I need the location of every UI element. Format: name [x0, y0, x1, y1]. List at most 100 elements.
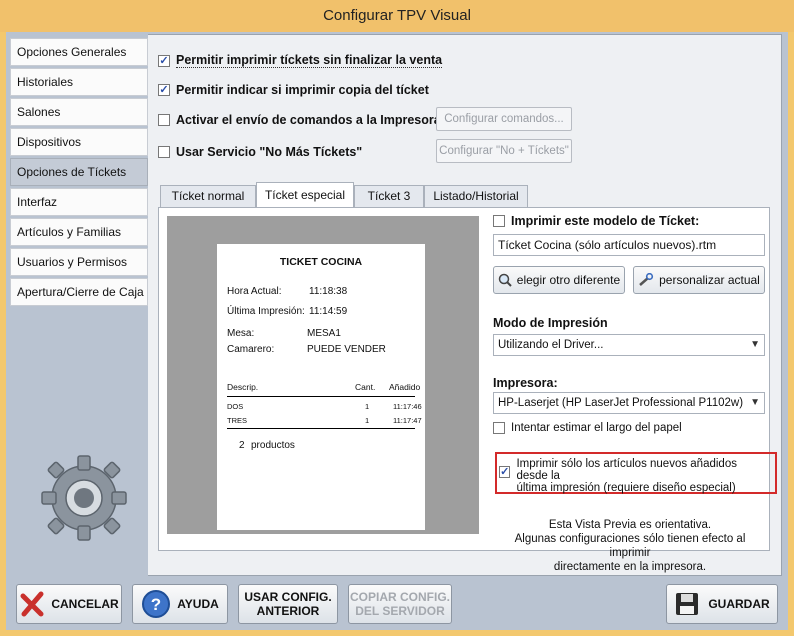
help-icon: ?	[142, 590, 171, 618]
customize-model-label: personalizar actual	[659, 273, 760, 287]
cancel-button[interactable]: CANCELAR	[16, 584, 122, 624]
cancel-label: CANCELAR	[51, 597, 119, 611]
ticket-row-added: 11:17:46	[393, 402, 422, 411]
ticket-preview: TICKET COCINA Hora Actual: 11:18:38 Últi…	[217, 244, 425, 530]
help-button[interactable]: ? AYUDA	[132, 584, 228, 624]
checkbox-unchecked[interactable]	[493, 422, 505, 434]
use-previous-label: ANTERIOR	[256, 604, 320, 618]
option-label: Activar el envío de comandos a la Impres…	[176, 113, 452, 127]
checkbox-checked[interactable]: ✓	[499, 466, 511, 478]
sidebar-item-interfaz[interactable]: Interfaz	[10, 188, 148, 216]
option-ask-copy[interactable]: ✓ Permitir indicar si imprimir copia del…	[158, 83, 429, 97]
search-icon	[498, 273, 512, 287]
help-label: AYUDA	[177, 597, 219, 611]
choose-model-button[interactable]: elegir otro diferente	[493, 266, 625, 294]
ticket-row-cant: 1	[365, 402, 370, 411]
ticket-ultima-value: 11:14:59	[309, 306, 348, 317]
ticket-row-desc: DOS	[227, 402, 244, 411]
checkbox-unchecked[interactable]	[493, 215, 505, 227]
sidebar-item-opciones-generales[interactable]: Opciones Generales	[10, 38, 148, 66]
option-label: Permitir indicar si imprimir copia del t…	[176, 83, 429, 97]
ticket-hora-label: Hora Actual:	[227, 286, 282, 297]
ticket-divider	[227, 428, 415, 429]
configure-commands-button[interactable]: Configurar comandos...	[436, 107, 572, 131]
option-label: Usar Servicio "No Más Tíckets"	[176, 145, 363, 159]
ticket-divider	[227, 396, 415, 397]
option-no-more-tickets[interactable]: Usar Servicio "No Más Tíckets"	[158, 145, 362, 159]
save-label: GUARDAR	[708, 597, 770, 611]
note-line: directamente en la impresora.	[553, 561, 707, 573]
ticket-hora-value: 11:18:38	[309, 286, 348, 297]
ticket-title: TICKET COCINA	[279, 256, 363, 268]
copy-server-label: COPIAR CONFIG.	[349, 590, 450, 604]
printer-select[interactable]: HP-Laserjet (HP LaserJet Professional P1…	[493, 392, 765, 414]
sidebar-item-salones[interactable]: Salones	[10, 98, 148, 126]
printer-value: HP-Laserjet (HP LaserJet Professional P1…	[498, 397, 744, 409]
print-mode-label: Modo de Impresión	[493, 316, 608, 330]
tab-ticket-especial[interactable]: Tícket especial	[256, 182, 354, 208]
option-label: última impresión (requiere diseño especi…	[516, 482, 736, 494]
cancel-x-icon	[20, 591, 44, 617]
checkbox-checked[interactable]: ✓	[158, 54, 170, 67]
checkbox-checked[interactable]: ✓	[158, 84, 170, 96]
print-mode-select[interactable]: Utilizando el Driver... ▼	[493, 334, 765, 356]
option-estimate-length[interactable]: Intentar estimar el largo del papel	[493, 422, 682, 434]
use-previous-label: USAR CONFIG.	[244, 590, 332, 604]
customize-model-button[interactable]: personalizar actual	[633, 266, 765, 294]
window-title: Configurar TPV Visual	[323, 7, 471, 24]
ticket-row-cant: 1	[365, 416, 370, 425]
printer-label: Impresora:	[493, 376, 558, 390]
copy-server-config-button[interactable]: COPIAR CONFIG. DEL SERVIDOR	[348, 584, 452, 624]
ticket-camarero-value: PUEDE VENDER	[307, 344, 386, 355]
sidebar-item-articulos[interactable]: Artículos y Familias	[10, 218, 148, 246]
save-button[interactable]: GUARDAR	[666, 584, 778, 624]
sidebar-item-dispositivos[interactable]: Dispositivos	[10, 128, 148, 156]
ticket-preview-area: TICKET COCINA Hora Actual: 11:18:38 Últi…	[167, 216, 479, 534]
sidebar: Opciones Generales Historiales Salones D…	[10, 34, 148, 574]
print-mode-value: Utilizando el Driver...	[498, 339, 604, 351]
tab-listado-historial[interactable]: Listado/Historial	[424, 185, 528, 207]
ticket-col-desc: Descrip.	[227, 382, 259, 392]
checkbox-unchecked[interactable]	[158, 146, 170, 158]
option-label: Imprimir este modelo de Tícket:	[511, 214, 700, 228]
option-print-model[interactable]: Imprimir este modelo de Tícket:	[493, 214, 699, 228]
ticket-row-desc: TRES	[227, 416, 248, 425]
sidebar-item-usuarios[interactable]: Usuarios y Permisos	[10, 248, 148, 276]
option-only-new-items[interactable]: ✓ Imprimir sólo los artículos nuevos aña…	[499, 458, 769, 494]
sidebar-item-apertura-cierre[interactable]: Apertura/Cierre de Caja	[10, 278, 148, 306]
preview-note: Esta Vista Previa es orientativa. Alguna…	[495, 518, 765, 574]
settings-gear-icon	[41, 455, 127, 541]
svg-text:?: ?	[151, 595, 161, 614]
title-bar: Configurar TPV Visual	[0, 0, 794, 32]
ticket-row-added: 11:17:47	[393, 416, 422, 425]
model-file-field[interactable]: Tícket Cocina (sólo artículos nuevos).rt…	[493, 234, 765, 256]
option-print-without-finish[interactable]: ✓ Permitir imprimir tíckets sin finaliza…	[158, 53, 443, 68]
client-area: Opciones Generales Historiales Salones D…	[6, 32, 788, 630]
note-line: Algunas configuraciones sólo tienen efec…	[514, 533, 746, 559]
tab-ticket-3[interactable]: Tícket 3	[354, 185, 424, 207]
copy-server-label: DEL SERVIDOR	[355, 604, 445, 618]
chevron-down-icon: ▼	[750, 339, 760, 350]
ticket-mesa-label: Mesa:	[227, 328, 255, 339]
configure-no-more-button[interactable]: Configurar "No + Tíckets"	[436, 139, 572, 163]
option-label: Imprimir sólo los artículos nuevos añadi…	[516, 458, 737, 482]
note-line: Esta Vista Previa es orientativa.	[548, 519, 712, 531]
ticket-mesa-value: MESA1	[307, 328, 341, 339]
checkbox-unchecked[interactable]	[158, 114, 170, 126]
chevron-down-icon: ▼	[750, 397, 760, 408]
ticket-camarero-label: Camarero:	[227, 344, 275, 355]
floppy-disk-icon	[676, 593, 699, 615]
sidebar-item-historiales[interactable]: Historiales	[10, 68, 148, 96]
ticket-total-count: 2	[239, 440, 245, 451]
option-label: Permitir imprimir tíckets sin finalizar …	[176, 53, 443, 68]
use-previous-config-button[interactable]: USAR CONFIG. ANTERIOR	[238, 584, 338, 624]
ticket-col-cant: Cant.	[355, 382, 376, 392]
sidebar-item-opciones-tickets[interactable]: Opciones de Tíckets	[10, 158, 148, 186]
choose-model-label: elegir otro diferente	[516, 273, 621, 287]
main-panel: ✓ Permitir imprimir tíckets sin finaliza…	[148, 34, 782, 576]
option-send-commands[interactable]: Activar el envío de comandos a la Impres…	[158, 113, 451, 127]
wrench-icon	[639, 273, 654, 286]
tab-panel: TICKET COCINA Hora Actual: 11:18:38 Últi…	[158, 207, 777, 573]
ticket-total-label: productos	[251, 440, 295, 451]
tab-ticket-normal[interactable]: Tícket normal	[160, 185, 256, 207]
